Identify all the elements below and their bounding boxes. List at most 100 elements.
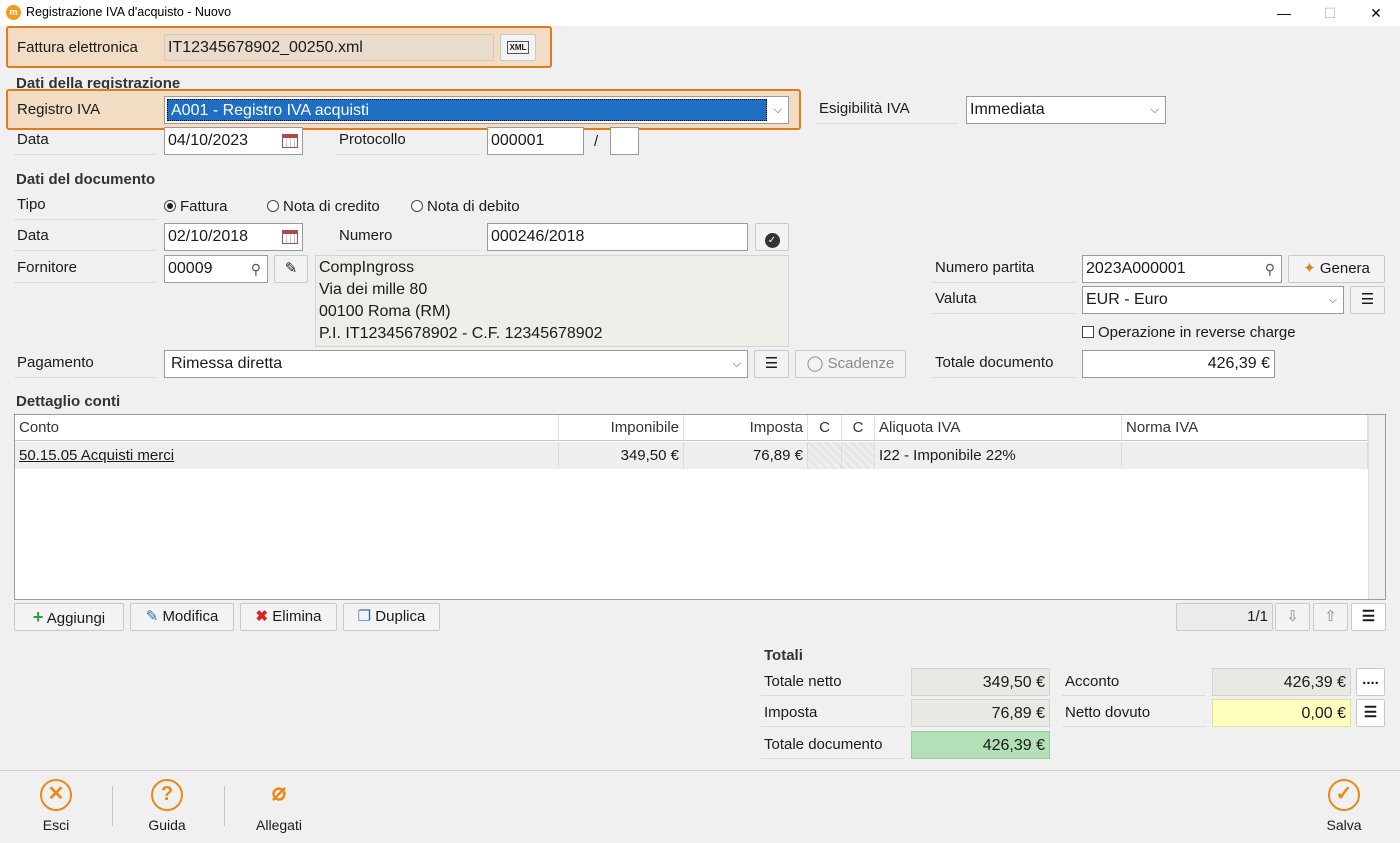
table-cell-c1	[808, 442, 842, 469]
menu-icon: ☰	[1363, 704, 1378, 721]
fornitore-code-value: 00009	[168, 260, 213, 277]
reverse-charge-checkbox[interactable]: Operazione in reverse charge	[1082, 324, 1296, 341]
numero-partita-value: 2023A000001	[1086, 260, 1186, 277]
fattura-elettronica-field[interactable]: IT12345678902_00250.xml	[164, 34, 494, 61]
edit-fornitore-button[interactable]: ✎	[274, 255, 308, 283]
fornitore-name: CompIngross	[319, 259, 415, 276]
guida-button[interactable]: ? Guida	[137, 779, 197, 833]
data-registrazione-label: Data	[14, 127, 156, 155]
title-bar: m Registrazione IVA d'acquisto - Nuovo —…	[0, 0, 1400, 26]
close-window-button[interactable]: ✕	[1353, 0, 1399, 26]
close-circle-icon: ✕	[40, 779, 72, 811]
salva-button[interactable]: ✓ Salva	[1314, 779, 1374, 833]
registro-iva-selected-value: A001 - Registro IVA acquisti	[167, 99, 767, 121]
genera-label: Genera	[1319, 260, 1370, 277]
grid-menu-button[interactable]: ☰	[1351, 603, 1386, 631]
chevron-down-icon: ⌵	[1150, 104, 1159, 116]
tipo-nota-debito-radio[interactable]: Nota di debito	[411, 198, 520, 215]
netto-dovuto-label: Netto dovuto	[1062, 699, 1206, 727]
checkbox-icon	[1082, 326, 1094, 338]
data-registrazione-field[interactable]: 04/10/2023	[164, 127, 303, 155]
fornitore-code-field[interactable]: 00009 ⚲	[164, 255, 268, 283]
fattura-elettronica-label: Fattura elettronica	[17, 39, 138, 56]
table-cell-aliquota: I22 - Imponibile 22%	[875, 442, 1122, 469]
tipo-nota-debito-label: Nota di debito	[427, 198, 520, 215]
fornitore-info-box: CompIngross Via dei mille 80 00100 Roma …	[315, 255, 789, 347]
list-icon: ☰	[764, 355, 779, 372]
scadenze-button[interactable]: ◯ Scadenze	[795, 350, 906, 378]
acconto-more-button[interactable]: ....	[1356, 668, 1385, 696]
numero-label: Numero	[336, 223, 480, 251]
fornitore-piva: P.I. IT12345678902 - C.F. 12345678902	[319, 325, 603, 342]
totale-documento-summary-label: Totale documento	[761, 731, 905, 759]
tipo-fattura-radio[interactable]: Fattura	[164, 198, 228, 215]
paperclip-icon: ⌀	[271, 779, 287, 806]
numero-partita-label: Numero partita	[932, 255, 1076, 283]
numero-documento-field[interactable]: 000246/2018	[487, 223, 748, 251]
xml-file-icon[interactable]: XML	[500, 34, 536, 61]
data-documento-field[interactable]: 02/10/2018	[164, 223, 303, 251]
sparkle-icon: ✦	[1303, 260, 1316, 277]
pagamento-list-button[interactable]: ☰	[754, 350, 789, 378]
elimina-button[interactable]: ✖ Elimina	[240, 603, 337, 631]
protocollo-field[interactable]: 000001	[487, 127, 584, 155]
calendar-icon[interactable]	[282, 230, 298, 244]
netto-dovuto-menu-button[interactable]: ☰	[1356, 699, 1385, 727]
pagamento-select[interactable]: Rimessa diretta ⌵	[164, 350, 748, 378]
genera-button[interactable]: ✦ Genera	[1288, 255, 1385, 283]
col-imposta[interactable]: Imposta	[684, 415, 808, 441]
table-cell-c2	[842, 442, 875, 469]
tipo-nota-credito-radio[interactable]: Nota di credito	[267, 198, 380, 215]
data-documento-value: 02/10/2018	[168, 228, 249, 245]
modifica-button[interactable]: ✎ Modifica	[130, 603, 234, 631]
esigibilita-select[interactable]: Immediata ⌵	[966, 96, 1166, 124]
table-cell-conto[interactable]: 50.15.05 Acquisti merci	[15, 442, 559, 469]
totale-documento-field[interactable]: 426,39 €	[1082, 350, 1275, 378]
salva-label: Salva	[1326, 817, 1362, 833]
registro-iva-select[interactable]: A001 - Registro IVA acquisti ⌵	[164, 96, 789, 124]
move-down-button[interactable]: ⇩	[1275, 603, 1310, 631]
col-conto[interactable]: Conto	[15, 415, 559, 441]
col-imponibile[interactable]: Imponibile	[559, 415, 684, 441]
duplica-button[interactable]: ❐ Duplica	[343, 603, 440, 631]
data-registrazione-value: 04/10/2023	[168, 132, 249, 149]
totale-documento-label: Totale documento	[932, 350, 1076, 378]
chevron-down-icon: ⌵	[1328, 294, 1337, 306]
footer-divider	[112, 786, 113, 826]
documento-section-title: Dati del documento	[16, 171, 156, 188]
window-title: Registrazione IVA d'acquisto - Nuovo	[26, 5, 232, 19]
aggiungi-button[interactable]: + Aggiungi	[14, 603, 124, 631]
pagination-indicator: 1/1	[1176, 603, 1273, 631]
calendar-icon[interactable]	[282, 134, 298, 148]
col-aliquota[interactable]: Aliquota IVA	[875, 415, 1122, 441]
esci-button[interactable]: ✕ Esci	[26, 779, 86, 833]
scadenze-label: Scadenze	[827, 355, 895, 372]
esigibilita-value: Immediata	[970, 101, 1045, 118]
valuta-label: Valuta	[932, 286, 1076, 314]
search-icon[interactable]: ⚲	[251, 256, 261, 282]
maximize-button[interactable]: ☐	[1307, 0, 1353, 26]
move-up-button[interactable]: ⇧	[1313, 603, 1348, 631]
valuta-list-button[interactable]: ☰	[1350, 286, 1385, 314]
footer-divider	[224, 786, 225, 826]
plus-icon: +	[32, 607, 44, 627]
edit-icon: ✎	[145, 608, 159, 625]
minimize-button[interactable]: —	[1261, 0, 1307, 26]
tipo-fattura-label: Fattura	[180, 198, 228, 215]
col-c2[interactable]: C	[842, 415, 875, 441]
search-icon[interactable]: ⚲	[1265, 256, 1275, 282]
acconto-label: Acconto	[1062, 668, 1206, 696]
table-cell-imponibile: 349,50 €	[559, 442, 684, 469]
col-norma[interactable]: Norma IVA	[1122, 415, 1368, 441]
fornitore-city: 00100 Roma (RM)	[319, 303, 451, 320]
numero-partita-field[interactable]: 2023A000001 ⚲	[1082, 255, 1282, 283]
col-c1[interactable]: C	[808, 415, 842, 441]
protocollo-suffix-field[interactable]	[610, 127, 639, 155]
verify-numero-button[interactable]: ✓	[755, 223, 789, 251]
allegati-button[interactable]: ⌀ Allegati	[249, 779, 309, 833]
help-circle-icon: ?	[151, 779, 183, 811]
grid-scrollbar[interactable]	[1368, 415, 1385, 599]
list-icon: ☰	[1360, 291, 1375, 308]
valuta-select[interactable]: EUR - Euro ⌵	[1082, 286, 1344, 314]
copy-icon: ❐	[357, 608, 372, 625]
